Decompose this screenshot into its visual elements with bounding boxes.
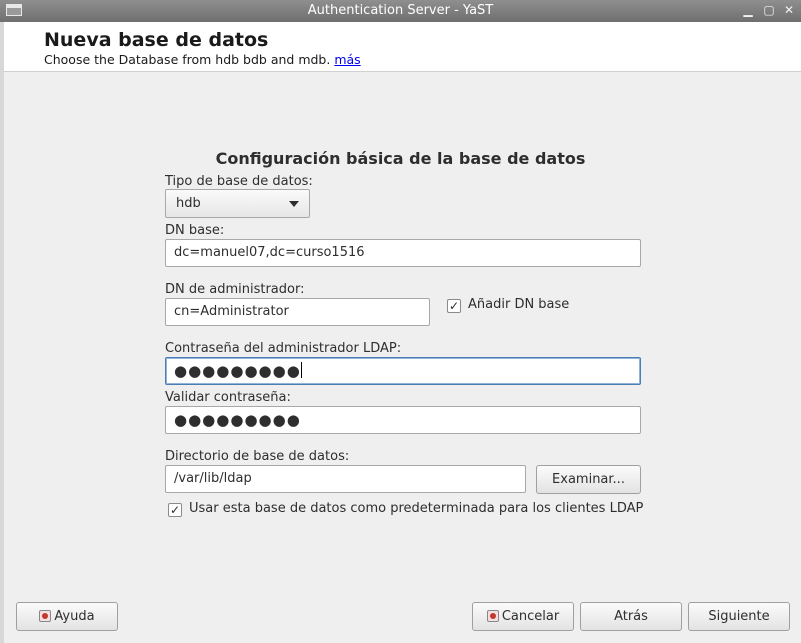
window-edge [0, 22, 4, 643]
admin-dn-input[interactable]: cn=Administrator [165, 298, 430, 326]
base-dn-input[interactable]: dc=manuel07,dc=curso1516 [165, 239, 641, 267]
browse-button[interactable]: Examinar... [536, 465, 641, 494]
back-button[interactable]: Atrás [580, 602, 682, 631]
ldap-password-input[interactable]: ●●●●●●●●● [165, 357, 641, 385]
help-button[interactable]: Ayuda [16, 602, 118, 631]
append-base-dn-checkbox[interactable]: ✓ [447, 299, 461, 313]
page-header: Nueva base de datos Choose the Database … [4, 22, 801, 72]
default-db-checkbox[interactable]: ✓ [168, 503, 182, 517]
maximize-icon[interactable]: ▢ [761, 2, 777, 18]
validate-password-label: Validar contraseña: [165, 390, 291, 405]
validate-password-input[interactable]: ●●●●●●●●● [165, 406, 641, 434]
section-title: Configuración básica de la base de datos [215, 149, 586, 168]
cancel-button[interactable]: Cancelar [472, 602, 574, 631]
db-type-select[interactable]: hdb [165, 189, 310, 218]
db-directory-label: Directorio de base de datos: [165, 449, 350, 464]
window-title: Authentication Server - YaST [307, 3, 494, 18]
close-icon[interactable]: ✕ [781, 2, 797, 18]
default-db-label: Usar esta base de datos como predetermin… [189, 501, 644, 516]
ldap-password-value: ●●●●●●●●● [174, 362, 301, 380]
window-titlebar: Authentication Server - YaST ▁ ▢ ✕ [0, 0, 801, 22]
append-base-dn-label: Añadir DN base [468, 297, 570, 312]
cancel-icon [486, 610, 499, 622]
chevron-down-icon [289, 201, 299, 207]
ldap-password-label: Contraseña del administrador LDAP: [165, 341, 402, 356]
validate-password-value: ●●●●●●●●● [174, 411, 301, 429]
db-directory-input[interactable]: /var/lib/ldap [165, 465, 526, 493]
page-title: Nueva base de datos [44, 29, 269, 51]
admin-dn-label: DN de administrador: [165, 282, 305, 297]
next-button[interactable]: Siguiente [688, 602, 790, 631]
help-label: Ayuda [54, 609, 95, 624]
cancel-label: Cancelar [501, 609, 560, 624]
text-cursor [300, 362, 302, 378]
db-type-label: Tipo de base de datos: [165, 174, 313, 189]
subtitle-text: Choose the Database from hdb bdb and mdb… [44, 52, 331, 67]
page-subtitle: Choose the Database from hdb bdb and mdb… [44, 52, 361, 67]
help-icon [39, 610, 52, 622]
more-link[interactable]: más [334, 52, 360, 67]
base-dn-label: DN base: [165, 223, 225, 238]
db-type-value: hdb [176, 196, 201, 211]
minimize-icon[interactable]: ▁ [740, 2, 756, 18]
